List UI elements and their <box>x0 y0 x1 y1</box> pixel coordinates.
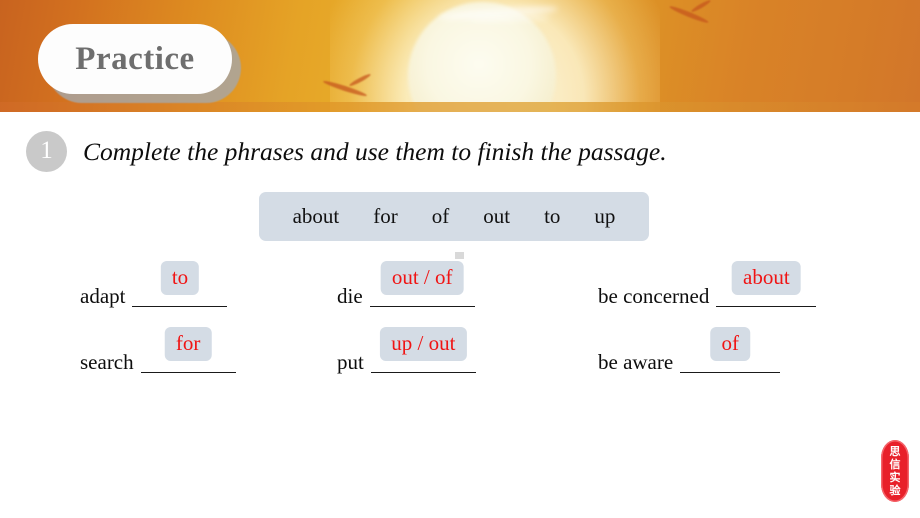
phrase-item-die: die out / of <box>337 261 475 311</box>
phrase-blank[interactable]: for <box>140 327 236 377</box>
answer-chip: out / of <box>380 261 464 295</box>
seal-logo: 思 信 实 验 <box>881 440 909 502</box>
phrase-stem: die <box>337 284 363 308</box>
answer-chip: about <box>732 261 801 295</box>
seal-character: 验 <box>889 484 901 497</box>
pill-surface: Practice <box>38 24 232 94</box>
word-bank-item: for <box>373 204 398 228</box>
seal-character: 思 <box>889 445 901 458</box>
seal-character: 信 <box>889 458 901 471</box>
page-title: Practice <box>75 40 195 77</box>
phrase-item-adapt: adapt to <box>80 261 228 311</box>
phrase-grid: adapt to die out / of be concerned about… <box>0 261 920 416</box>
instruction-row: 1 Complete the phrases and use them to f… <box>26 131 667 172</box>
phrase-blank[interactable]: up / out <box>370 327 476 377</box>
seal-character: 实 <box>889 471 901 484</box>
word-bank-item: about <box>292 204 340 228</box>
phrase-stem: search <box>80 350 134 374</box>
banner-base-strip <box>0 102 920 112</box>
phrase-row: search for put up / out be aware of <box>0 327 920 416</box>
word-bank-item: up <box>594 204 616 228</box>
bird-icon <box>322 79 368 98</box>
word-bank-item: to <box>544 204 561 228</box>
practice-title-pill: Practice <box>38 24 241 103</box>
phrase-blank[interactable]: of <box>680 327 781 377</box>
phrase-stem: be concerned <box>598 284 710 308</box>
phrase-blank[interactable]: out / of <box>369 261 475 311</box>
bird-icon <box>690 0 712 14</box>
answer-chip: for <box>164 327 212 361</box>
phrase-stem: adapt <box>80 284 126 308</box>
phrase-blank[interactable]: to <box>132 261 228 311</box>
answer-chip: to <box>160 261 200 295</box>
phrase-stem: put <box>337 350 364 374</box>
answer-chip: of <box>710 327 750 361</box>
step-number-badge: 1 <box>26 131 67 172</box>
phrase-item-put: put up / out <box>337 327 476 377</box>
phrase-item-be-aware: be aware of <box>598 327 781 377</box>
word-bank-item: of <box>431 204 450 228</box>
word-bank-marker <box>455 252 464 259</box>
phrase-item-search: search for <box>80 327 236 377</box>
word-bank-item: out <box>483 204 511 228</box>
word-bank: about for of out to up <box>259 192 649 241</box>
phrase-item-be-concerned: be concerned about <box>598 261 817 311</box>
phrase-stem: be aware <box>598 350 674 374</box>
answer-chip: up / out <box>380 327 467 361</box>
bird-icon <box>668 4 710 25</box>
phrase-blank[interactable]: about <box>716 261 817 311</box>
instruction-text: Complete the phrases and use them to fin… <box>83 136 667 166</box>
bird-icon <box>348 72 372 88</box>
